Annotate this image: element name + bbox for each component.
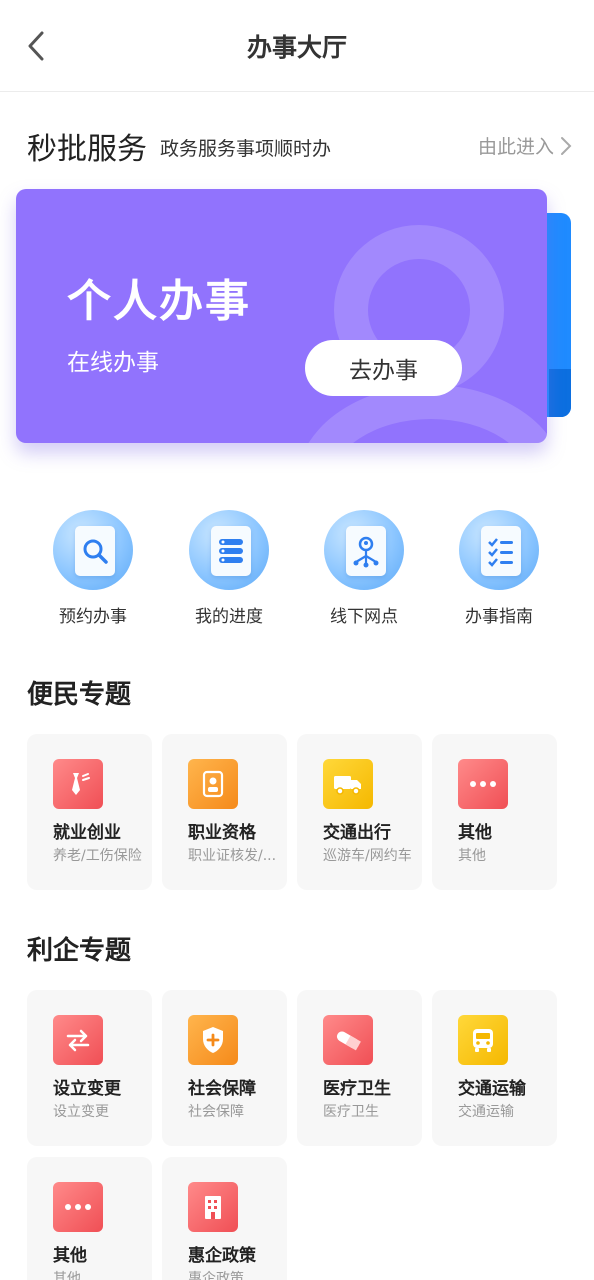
- search-icon: [83, 539, 108, 564]
- topic-tile-enterprise-other[interactable]: 其他 其他: [27, 1157, 152, 1280]
- quick-action-appointment[interactable]: 预约办事: [28, 510, 158, 627]
- topic-desc: 其他: [458, 848, 486, 864]
- quick-action-label: 预约办事: [59, 607, 127, 627]
- topic-desc: 惠企政策: [188, 1271, 244, 1280]
- topic-tile-other[interactable]: 其他 其他: [432, 734, 557, 890]
- quick-action-progress[interactable]: 我的进度: [164, 510, 294, 627]
- topic-tile-medical[interactable]: 医疗卫生 医疗卫生: [297, 990, 422, 1146]
- section-title: 秒批服务: [27, 132, 147, 167]
- topic-name: 社会保障: [188, 1079, 256, 1099]
- enter-link-label: 由此进入: [477, 136, 554, 158]
- network-location-icon: [353, 536, 379, 568]
- quick-action-label: 我的进度: [195, 607, 263, 627]
- truck-icon: [334, 776, 361, 795]
- topic-name: 其他: [458, 823, 492, 843]
- topic-tile-establish-change[interactable]: 设立变更 设立变更: [27, 990, 152, 1146]
- topic-name: 交通出行: [323, 823, 391, 843]
- bus-icon: [473, 1029, 493, 1052]
- topic-name: 惠企政策: [188, 1246, 256, 1266]
- quick-action-offline-outlets[interactable]: 线下网点: [299, 510, 429, 627]
- topic-desc: 职业证核发/...: [188, 848, 277, 864]
- quick-action-label: 办事指南: [465, 607, 533, 627]
- personal-service-card[interactable]: 个人办事 在线办事 去办事: [16, 189, 547, 443]
- topic-name: 交通运输: [458, 1079, 526, 1099]
- convenience-topics-title: 便民专题: [27, 680, 132, 710]
- top-bar: 办事大厅: [0, 0, 594, 92]
- topic-tile-employment[interactable]: 就业创业 养老/工伤保险: [27, 734, 152, 890]
- tie-icon: [72, 773, 90, 795]
- topic-desc: 巡游车/网约车: [323, 848, 412, 864]
- topic-tile-business-policy[interactable]: 惠企政策 惠企政策: [162, 1157, 287, 1280]
- enter-link[interactable]: 由此进入: [478, 132, 572, 159]
- topic-desc: 医疗卫生: [323, 1104, 379, 1120]
- go-handle-button[interactable]: 去办事: [305, 340, 462, 396]
- quick-actions: 预约办事 我的进度 线下网点 办事指南: [0, 510, 594, 630]
- topic-desc: 养老/工伤保险: [53, 848, 142, 864]
- swap-icon: [66, 1029, 90, 1052]
- page-title: 办事大厅: [246, 33, 347, 62]
- topic-desc: 其他: [53, 1271, 81, 1280]
- topic-name: 医疗卫生: [323, 1079, 391, 1099]
- topic-name: 其他: [53, 1246, 87, 1266]
- section-subtitle: 政务服务事项顺时办: [160, 138, 332, 160]
- quick-action-label: 线下网点: [330, 607, 398, 627]
- topic-name: 就业创业: [53, 823, 121, 843]
- enterprise-topics-title: 利企专题: [27, 936, 132, 966]
- id-badge-icon: [202, 770, 224, 798]
- card-title: 个人办事: [67, 276, 251, 327]
- chevron-right-icon: [561, 136, 572, 155]
- quick-action-guide[interactable]: 办事指南: [434, 510, 564, 627]
- topic-tile-qualification[interactable]: 职业资格 职业证核发/...: [162, 734, 287, 890]
- topic-tile-transport[interactable]: 交通出行 巡游车/网约车: [297, 734, 422, 890]
- topic-desc: 社会保障: [188, 1104, 244, 1120]
- progress-list-icon: [219, 539, 243, 563]
- topic-tile-social-security[interactable]: 社会保障 社会保障: [162, 990, 287, 1146]
- topic-name: 职业资格: [188, 823, 256, 843]
- pill-icon: [336, 1031, 361, 1051]
- topic-desc: 交通运输: [458, 1104, 514, 1120]
- shield-plus-icon: [203, 1027, 223, 1053]
- building-icon: [205, 1196, 221, 1219]
- card-subtitle: 在线办事: [67, 350, 159, 376]
- topic-name: 设立变更: [53, 1079, 121, 1099]
- more-dots-icon: [470, 781, 496, 787]
- topic-desc: 设立变更: [53, 1104, 109, 1120]
- topic-tile-transportation[interactable]: 交通运输 交通运输: [432, 990, 557, 1146]
- more-dots-icon: [65, 1204, 91, 1210]
- instant-service-header: 秒批服务 政务服务事项顺时办 由此进入: [27, 124, 572, 167]
- checklist-icon: [488, 538, 513, 567]
